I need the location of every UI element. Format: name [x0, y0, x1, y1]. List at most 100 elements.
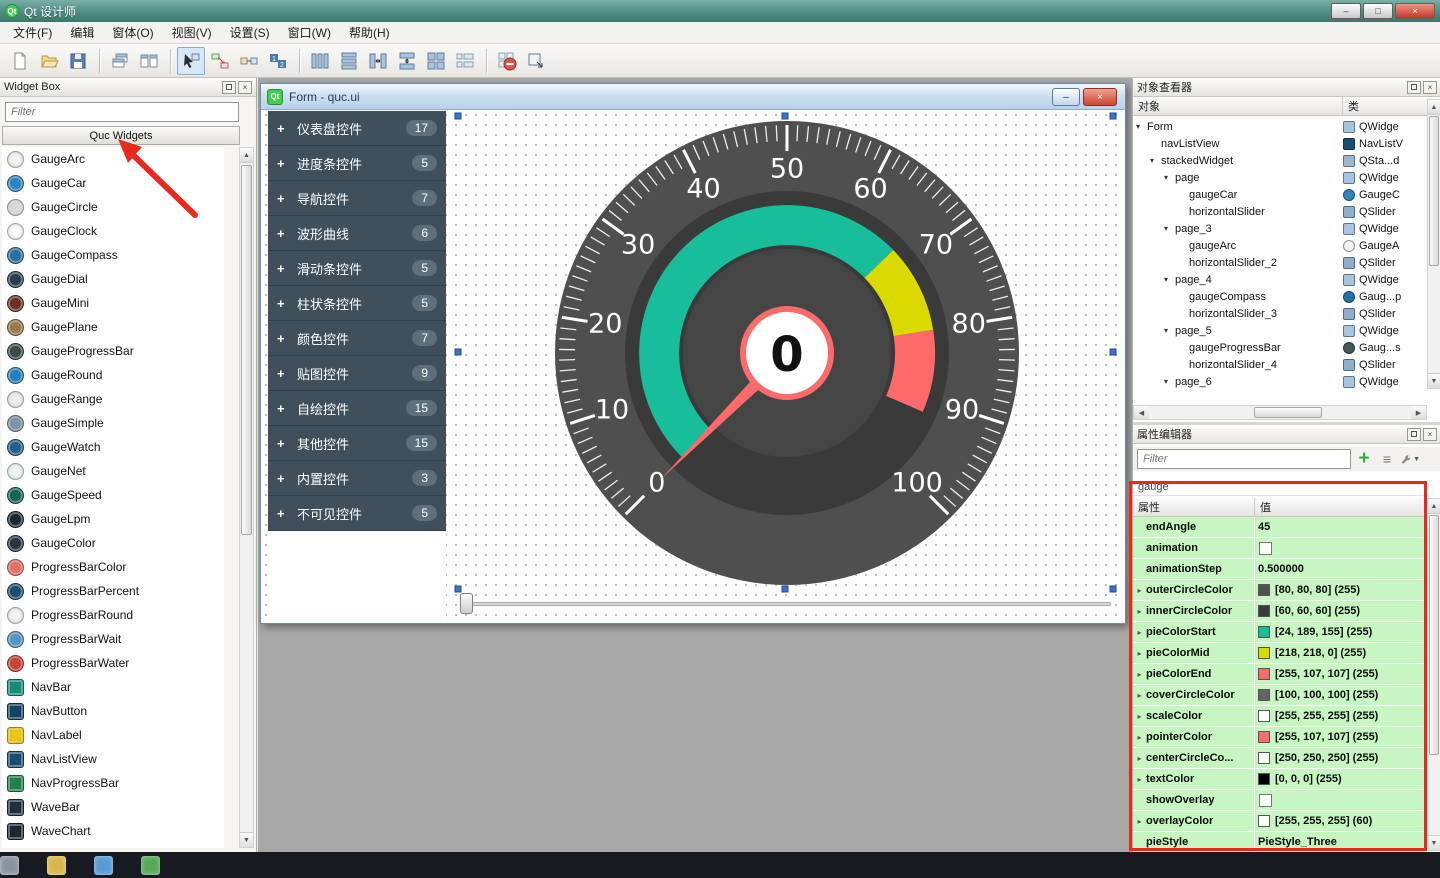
expand-arrow-icon[interactable]: ▾ — [1164, 224, 1175, 233]
form-window[interactable]: Qt Form - quc.ui – × + 仪表盘控件 17 — [260, 83, 1126, 624]
nav-list-item[interactable]: + 不可见控件 5 — [268, 496, 446, 531]
configure-button[interactable]: ▼ — [1400, 449, 1420, 469]
object-tree-row[interactable]: horizontalSlider_2 QSlider — [1133, 254, 1427, 271]
form-close-button[interactable]: × — [1083, 88, 1117, 106]
checkbox[interactable] — [1259, 542, 1272, 555]
new-form-button[interactable] — [6, 47, 34, 75]
widget-box-item[interactable]: GaugeColor — [2, 531, 224, 555]
horizontal-slider-handle[interactable] — [460, 593, 473, 614]
menu-item[interactable]: 帮助(H) — [340, 21, 399, 44]
dock-close-button[interactable]: × — [1423, 81, 1437, 94]
expand-arrow-icon[interactable]: ▸ — [1133, 691, 1146, 700]
selection-handle-top-left[interactable] — [455, 113, 462, 120]
property-editor-header[interactable]: 属性编辑器 × — [1133, 425, 1440, 444]
property-row[interactable]: ▸ scaleColor [255, 255, 255] (255) — [1133, 706, 1427, 727]
property-row[interactable]: ▸ pieColorMid [218, 218, 0] (255) — [1133, 643, 1427, 664]
expand-arrow-icon[interactable]: ▸ — [1133, 586, 1146, 595]
window-close-button[interactable]: × — [1395, 3, 1435, 19]
widget-box-item[interactable]: GaugeArc — [2, 147, 224, 171]
widget-box-item[interactable]: GaugePlane — [2, 315, 224, 339]
expand-arrow-icon[interactable]: ▸ — [1133, 670, 1146, 679]
expand-arrow-icon[interactable]: ▸ — [1133, 607, 1146, 616]
scroll-up-icon[interactable]: ▲ — [240, 148, 253, 163]
widget-box-item[interactable]: GaugeRound — [2, 363, 224, 387]
widget-category-header[interactable]: Quc Widgets — [2, 126, 240, 145]
column-class[interactable]: 类 — [1343, 97, 1440, 115]
widget-box-item[interactable]: ProgressBarColor — [2, 555, 224, 579]
property-row[interactable]: animation — [1133, 538, 1427, 559]
expand-arrow-icon[interactable]: ▸ — [1133, 649, 1146, 658]
expand-arrow-icon[interactable]: ▾ — [1164, 377, 1175, 386]
property-filter-input[interactable] — [1137, 449, 1351, 469]
nav-list-item[interactable]: + 滑动条控件 5 — [268, 251, 446, 286]
remove-dynamic-property-button[interactable]: ≡ — [1377, 449, 1397, 469]
scroll-up-icon[interactable]: ▲ — [1428, 100, 1440, 115]
widget-box-item[interactable]: GaugeSpeed — [2, 483, 224, 507]
property-row[interactable]: animationStep 0.500000 — [1133, 559, 1427, 580]
object-tree-row[interactable]: ▾ page_5 QWidge — [1133, 322, 1427, 339]
nav-list-item[interactable]: + 内置控件 3 — [268, 461, 446, 496]
property-row[interactable]: ▸ centerCircleCo... [250, 250, 250] (255… — [1133, 748, 1427, 769]
object-inspector-vscrollbar[interactable]: ▲ ▼ — [1427, 99, 1440, 389]
widget-box-item[interactable]: GaugeCar — [2, 171, 224, 195]
widget-box-item[interactable]: GaugeMini — [2, 291, 224, 315]
widget-box-scrollbar[interactable]: ▲ ▼ — [239, 147, 254, 848]
dock-close-button[interactable]: × — [1423, 428, 1437, 441]
nav-list-item[interactable]: + 导航控件 7 — [268, 181, 446, 216]
widget-box-item[interactable]: NavBar — [2, 675, 224, 699]
property-row[interactable]: ▸ overlayColor [255, 255, 255] (60) — [1133, 811, 1427, 832]
scroll-down-icon[interactable]: ▼ — [1428, 373, 1440, 388]
widget-box-item[interactable]: ProgressBarRound — [2, 603, 224, 627]
scroll-right-icon[interactable]: ▶ — [1411, 406, 1426, 419]
selection-handle-bottom-left[interactable] — [455, 586, 462, 593]
gauge-arc-widget[interactable]: 01020304050607080901000 — [552, 118, 1022, 588]
widget-box-item[interactable]: GaugeProgressBar — [2, 339, 224, 363]
object-tree-row[interactable]: ▾ page_6 QWidge — [1133, 373, 1427, 390]
property-row[interactable]: ▸ textColor [0, 0, 0] (255) — [1133, 769, 1427, 790]
widget-filter-input[interactable] — [5, 102, 239, 122]
property-row[interactable]: pieStyle PieStyle_Three — [1133, 832, 1427, 852]
nav-list-item[interactable]: + 颜色控件 7 — [268, 321, 446, 356]
selection-handle-top-center[interactable] — [782, 113, 789, 120]
object-tree-row[interactable]: horizontalSlider_4 QSlider — [1133, 356, 1427, 373]
widget-box-item[interactable]: NavProgressBar — [2, 771, 224, 795]
object-tree-row[interactable]: ▾ page QWidge — [1133, 169, 1427, 186]
adjust-size-button[interactable] — [522, 47, 550, 75]
property-row[interactable]: ▸ coverCircleColor [100, 100, 100] (255) — [1133, 685, 1427, 706]
nav-list-item[interactable]: + 进度条控件 5 — [268, 146, 446, 181]
object-tree-row[interactable]: gaugeProgressBar Gaug...s — [1133, 339, 1427, 356]
checkbox[interactable] — [1259, 794, 1272, 807]
edit-signals-slots-button[interactable] — [206, 47, 234, 75]
nav-list-item[interactable]: + 仪表盘控件 17 — [268, 111, 446, 146]
widget-box-item[interactable]: NavListView — [2, 747, 224, 771]
save-form-button[interactable] — [64, 47, 92, 75]
property-row[interactable]: ▸ innerCircleColor [60, 60, 60] (255) — [1133, 601, 1427, 622]
scrollbar-thumb[interactable] — [241, 165, 252, 535]
layout-vertical-button[interactable] — [335, 47, 363, 75]
widget-box-header[interactable]: Widget Box × — [0, 78, 256, 97]
object-tree-row[interactable]: gaugeArc GaugeA — [1133, 237, 1427, 254]
property-row[interactable]: ▸ pointerColor [255, 107, 107] (255) — [1133, 727, 1427, 748]
object-tree-row[interactable]: ▾ stackedWidget QSta...d — [1133, 152, 1427, 169]
object-tree-row[interactable]: ▾ Form QWidge — [1133, 118, 1427, 135]
menu-item[interactable]: 窗口(W) — [279, 21, 340, 44]
widget-box-item[interactable]: NavButton — [2, 699, 224, 723]
selection-handle-mid-left[interactable] — [455, 349, 462, 356]
expand-arrow-icon[interactable]: ▸ — [1133, 754, 1146, 763]
nav-list-item[interactable]: + 柱状条控件 5 — [268, 286, 446, 321]
expand-arrow-icon[interactable]: ▸ — [1133, 733, 1146, 742]
expand-arrow-icon[interactable]: ▾ — [1164, 173, 1175, 182]
expand-arrow-icon[interactable]: ▾ — [1150, 156, 1161, 165]
menu-item[interactable]: 窗体(O) — [103, 21, 162, 44]
edit-widgets-button[interactable] — [177, 47, 205, 75]
selection-handle-mid-right[interactable] — [1110, 349, 1117, 356]
scrollbar-thumb[interactable] — [1429, 515, 1439, 755]
scroll-up-icon[interactable]: ▲ — [1428, 499, 1440, 514]
widget-box-item[interactable]: WaveBar — [2, 795, 224, 819]
widget-box-item[interactable]: WaveChart — [2, 819, 224, 843]
nav-list-item[interactable]: + 自绘控件 15 — [268, 391, 446, 426]
break-layout-button[interactable] — [493, 47, 521, 75]
widget-box-item[interactable]: GaugeNet — [2, 459, 224, 483]
object-tree-row[interactable]: navListView NavListV — [1133, 135, 1427, 152]
column-property[interactable]: 属性 — [1133, 498, 1255, 516]
